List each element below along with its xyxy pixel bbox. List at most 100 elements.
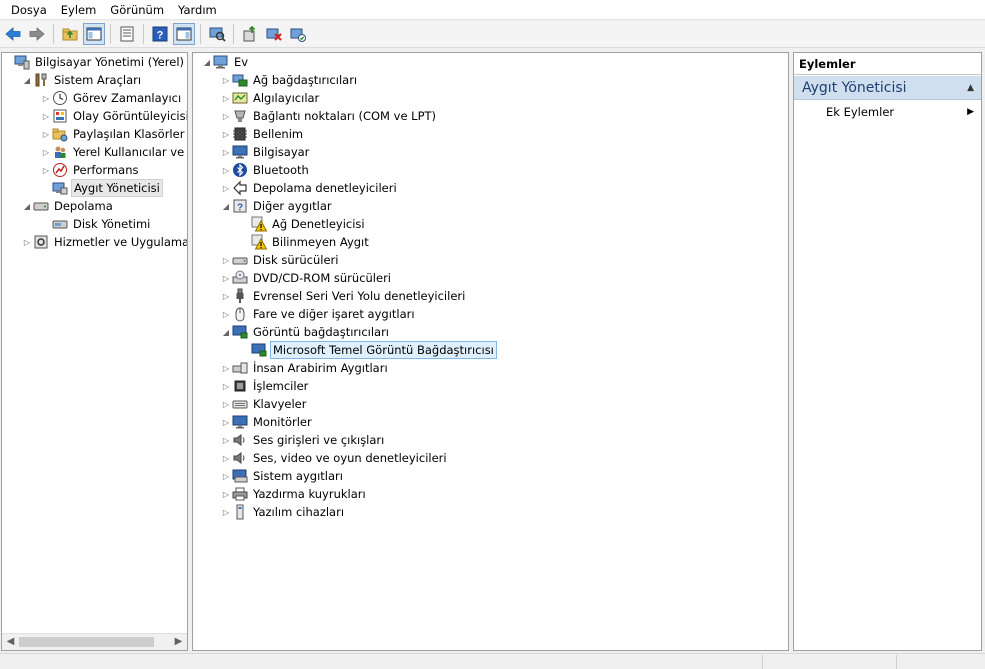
menu-help[interactable]: Yardım [171,1,224,19]
device-tree-item-row[interactable]: ◢ Görüntü bağdaştırıcıları [220,323,391,341]
properties-button[interactable] [116,23,138,45]
collapsed-arrow-icon[interactable]: ▷ [40,107,52,125]
enable-device-button[interactable] [287,23,309,45]
collapsed-arrow-icon[interactable]: ▷ [220,449,232,467]
collapsed-arrow-icon[interactable]: ▷ [220,305,232,323]
actions-pane: Eylemler Aygıt Yöneticisi ▲ Ek Eylemler … [793,52,982,651]
menu-view[interactable]: Görünüm [103,1,171,19]
device-tree-item-row[interactable]: Microsoft Temel Görüntü Bağdaştırıcısı [239,341,497,359]
device-tree-item-row[interactable]: ▷ Disk sürücüleri [220,251,340,269]
collapsed-arrow-icon[interactable]: ▷ [21,233,33,251]
collapsed-arrow-icon[interactable]: ▷ [220,287,232,305]
device-tree-item-row[interactable]: ▷ İnsan Arabirim Aygıtları [220,359,390,377]
expanded-arrow-icon[interactable]: ◢ [21,197,33,215]
actions-section-device-manager[interactable]: Aygıt Yöneticisi ▲ [794,76,981,100]
system-devices-icon [232,468,248,484]
horizontal-scrollbar[interactable]: ◀ ▶ [2,633,187,650]
device-tree-item-row[interactable]: ▷ Ağ bağdaştırıcıları [220,71,359,89]
port-icon [232,108,248,124]
collapsed-arrow-icon[interactable]: ▷ [220,107,232,125]
collapse-caret-icon[interactable]: ▲ [967,76,974,100]
warning-device-icon [251,234,267,250]
console-tree-item-row[interactable]: ◢ Depolama [21,197,115,215]
device-tree-item-row[interactable]: ▷ İşlemciler [220,377,310,395]
console-tree-item-row[interactable]: Disk Yönetimi [40,215,152,233]
collapsed-arrow-icon[interactable]: ▷ [220,359,232,377]
show-hide-action-pane-button[interactable] [173,23,195,45]
scrollbar-thumb[interactable] [19,637,154,647]
device-tree-item-row[interactable]: ▷ Yazdırma kuyrukları [220,485,368,503]
console-tree-item-row[interactable]: ▷ Hizmetler ve Uygulamalar [21,233,187,251]
collapsed-arrow-icon[interactable]: ▷ [40,125,52,143]
expanded-arrow-icon[interactable]: ◢ [220,197,232,215]
device-manager-icon [52,180,68,196]
more-actions-item[interactable]: Ek Eylemler ▶ [794,103,981,121]
console-tree-item-label: Aygıt Yöneticisi [71,179,163,197]
up-folder-button[interactable] [59,23,81,45]
device-tree-item-row[interactable]: ▷ Algılayıcılar [220,89,321,107]
collapsed-arrow-icon[interactable]: ▷ [220,143,232,161]
device-tree-item-row[interactable]: ▷ Ses girişleri ve çıkışları [220,431,386,449]
device-tree-item-label: Yazılım cihazları [253,505,345,519]
collapsed-arrow-icon[interactable]: ▷ [220,485,232,503]
expanded-arrow-icon[interactable]: ◢ [21,71,33,89]
expanded-arrow-icon[interactable]: ◢ [220,323,232,341]
console-tree-item-row[interactable]: Aygıt Yöneticisi [40,179,163,197]
device-tree-item-row[interactable]: ▷ Sistem aygıtları [220,467,345,485]
collapsed-arrow-icon[interactable]: ▷ [220,179,232,197]
device-tree-item-row[interactable]: Bilinmeyen Aygıt [239,233,371,251]
toolbar-separator [233,24,234,44]
collapsed-arrow-icon[interactable]: ▷ [220,467,232,485]
collapsed-arrow-icon[interactable]: ▷ [220,125,232,143]
device-tree-item-row[interactable]: ▷ Yazılım cihazları [220,503,346,521]
console-tree-item-row[interactable]: ▷ Görev Zamanlayıcı [40,89,183,107]
scan-hardware-button[interactable] [206,23,228,45]
menu-action[interactable]: Eylem [54,1,104,19]
update-driver-button[interactable] [239,23,261,45]
device-tree-item-row[interactable]: ▷ Bağlantı noktaları (COM ve LPT) [220,107,438,125]
collapsed-arrow-icon[interactable]: ▷ [220,251,232,269]
collapsed-arrow-icon[interactable]: ▷ [220,269,232,287]
console-tree-item-row[interactable]: ◢ Sistem Araçları [21,71,143,89]
collapsed-arrow-icon[interactable]: ▷ [220,161,232,179]
show-hide-tree-button[interactable] [83,23,105,45]
collapsed-arrow-icon[interactable]: ▷ [220,89,232,107]
collapsed-arrow-icon[interactable]: ▷ [220,377,232,395]
device-tree-item-row[interactable]: ▷ Depolama denetleyicileri [220,179,399,197]
collapsed-arrow-icon[interactable]: ▷ [220,71,232,89]
device-tree-item-row[interactable]: ▷ Evrensel Seri Veri Yolu denetleyicileri [220,287,467,305]
console-tree-item-row[interactable]: Bilgisayar Yönetimi (Yerel) [2,53,186,71]
expander-placeholder [40,215,52,233]
device-tree-item-row[interactable]: ▷ DVD/CD-ROM sürücüleri [220,269,393,287]
scroll-left-arrow-icon[interactable]: ◀ [2,634,19,650]
device-tree-item-row[interactable]: ◢? Diğer aygıtlar [220,197,334,215]
device-tree-item-row[interactable]: ▷ Monitörler [220,413,314,431]
collapsed-arrow-icon[interactable]: ▷ [220,503,232,521]
device-tree-item-label: İnsan Arabirim Aygıtları [253,361,388,375]
collapsed-arrow-icon[interactable]: ▷ [40,89,52,107]
collapsed-arrow-icon[interactable]: ▷ [40,143,52,161]
menu-file[interactable]: Dosya [4,1,54,19]
device-tree-item-row[interactable]: ◢ Ev [201,53,250,71]
collapsed-arrow-icon[interactable]: ▷ [220,413,232,431]
collapsed-arrow-icon[interactable]: ▷ [220,431,232,449]
help-button[interactable]: ? [149,23,171,45]
device-tree-item-row[interactable]: ▷ Bellenim [220,125,305,143]
expanded-arrow-icon[interactable]: ◢ [201,53,213,71]
console-tree-item-row[interactable]: ▷ Olay Görüntüleyicisi [40,107,187,125]
device-tree-item-row[interactable]: ▷ Bluetooth [220,161,311,179]
device-tree-item-row[interactable]: ▷ Ses, video ve oyun denetleyicileri [220,449,449,467]
forward-button[interactable] [26,23,48,45]
device-tree-item-row[interactable]: ▷ Fare ve diğer işaret aygıtları [220,305,417,323]
uninstall-device-button[interactable] [263,23,285,45]
console-tree-item-row[interactable]: ▷ Yerel Kullanıcılar ve Gru [40,143,187,161]
scroll-right-arrow-icon[interactable]: ▶ [170,634,187,650]
collapsed-arrow-icon[interactable]: ▷ [40,161,52,179]
device-tree-item-row[interactable]: ▷ Klavyeler [220,395,308,413]
collapsed-arrow-icon[interactable]: ▷ [220,395,232,413]
device-tree-item-row[interactable]: Ağ Denetleyicisi [239,215,367,233]
device-tree-item-row[interactable]: ▷ Bilgisayar [220,143,311,161]
console-tree-item-row[interactable]: ▷ Performans [40,161,140,179]
back-button[interactable] [2,23,24,45]
console-tree-item-row[interactable]: ▷ Paylaşılan Klasörler [40,125,186,143]
